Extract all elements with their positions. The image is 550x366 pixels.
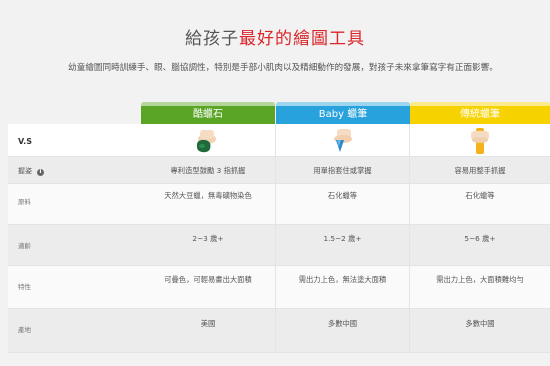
row-label-material: 原料 bbox=[18, 198, 31, 206]
comparison-table: 酷蠟石 Baby 蠟筆 傳統蠟筆 V.S 握姿 i 專利造型鼓勵 3 指抓握 用… bbox=[8, 102, 550, 354]
cell-age-rock: 2~3 歲+ bbox=[192, 234, 224, 243]
title-plain: 給孩子 bbox=[185, 29, 239, 49]
cell-material-baby: 石化蠟等 bbox=[327, 191, 358, 200]
title-highlight: 最好的繪圖工具 bbox=[239, 29, 365, 49]
row-label-origin: 產地 bbox=[18, 326, 31, 334]
cell-features-baby: 需出力上色，無法塗大面積 bbox=[298, 275, 387, 284]
row-label-age: 適齡 bbox=[18, 242, 31, 250]
baby-crayon-in-hand-icon bbox=[333, 129, 352, 152]
table-row-age: 適齡 2~3 歲+ 1.5~2 歲+ 5~6 歲+ bbox=[8, 225, 550, 266]
cell-material-rock: 天然大豆蠟，無毒礦物染色 bbox=[164, 191, 252, 200]
column-header-rock-crayon: 酷蠟石 bbox=[141, 102, 275, 124]
cell-grip-baby: 用單指套住或掌握 bbox=[313, 166, 372, 175]
table-row-features: 特性 可疊色，可輕易畫出大面積 需出力上色，無法塗大面積 需出力上色，大面積難均… bbox=[8, 266, 550, 309]
column-header-baby-crayon: Baby 蠟筆 bbox=[276, 102, 410, 124]
info-icon[interactable]: i bbox=[37, 169, 44, 176]
table-row-grip: 握姿 i 專利造型鼓勵 3 指抓握 用單指套住或掌握 容易用整手抓握 bbox=[8, 157, 550, 184]
cell-grip-traditional: 容易用整手抓握 bbox=[454, 166, 506, 175]
table-header-row: V.S bbox=[8, 124, 550, 157]
row-label-features: 特性 bbox=[18, 283, 31, 291]
cell-features-traditional: 需出力上色，大面積難均勻 bbox=[436, 275, 524, 284]
vs-label: V.S bbox=[18, 137, 32, 146]
cell-grip-rock: 專利造型鼓勵 3 指抓握 bbox=[170, 166, 246, 175]
cell-material-traditional: 石化蠟等 bbox=[465, 191, 495, 200]
page-subtitle: 幼童繪圖同時訓練手、眼、腦協調性，特別是手部小肌肉以及精細動作的發展，對孩子未來… bbox=[68, 63, 498, 73]
table-row-material: 原料 天然大豆蠟，無毒礦物染色 石化蠟等 石化蠟等 bbox=[8, 184, 550, 225]
page-title: 給孩子最好的繪圖工具 bbox=[0, 24, 550, 49]
column-header-traditional-crayon: 傳統蠟筆 bbox=[410, 102, 550, 124]
traditional-crayon-in-hand-icon bbox=[471, 128, 489, 154]
crayon-rock-in-hand-icon bbox=[196, 130, 216, 153]
cell-origin-baby: 多數中國 bbox=[327, 319, 358, 328]
cell-origin-traditional: 多數中國 bbox=[465, 319, 495, 328]
table-row-origin: 產地 美國 多數中國 多數中國 bbox=[8, 309, 550, 353]
row-label-grip: 握姿 bbox=[18, 167, 32, 175]
cell-origin-rock: 美國 bbox=[200, 319, 216, 328]
cell-age-traditional: 5~6 歲+ bbox=[464, 234, 496, 243]
cell-age-baby: 1.5~2 歲+ bbox=[323, 234, 362, 243]
cell-features-rock: 可疊色，可輕易畫出大面積 bbox=[164, 275, 252, 284]
